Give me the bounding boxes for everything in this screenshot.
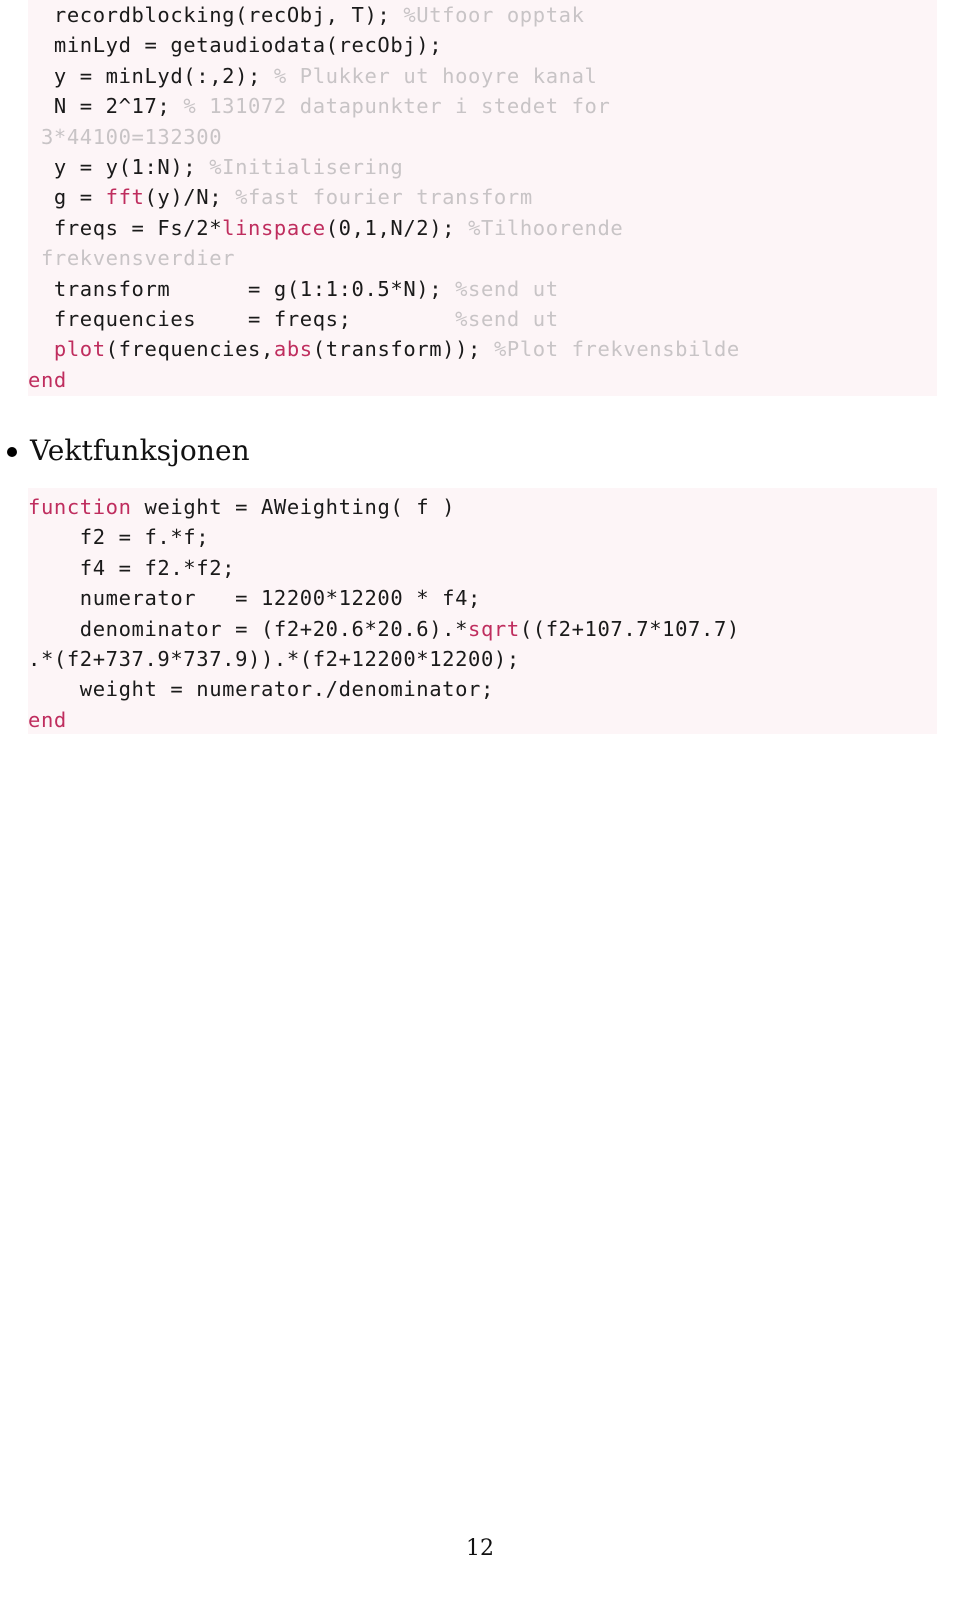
- code-token-cmt: 3*44100=132300: [28, 124, 223, 149]
- code-line: N = 2^17; % 131072 datapunkter i stedet …: [28, 91, 937, 121]
- code-token-plain: denominator = (f2+20.6*20.6).*: [28, 616, 469, 641]
- code-line: 3*44100=132300: [28, 122, 937, 152]
- code-token-cmt: %Utfoor opptak: [403, 3, 585, 27]
- code-block-aweighting: function weight = AWeighting( f ) f2 = f…: [28, 488, 937, 734]
- code-token-plain: transform = g(1:1:0.5*N);: [28, 276, 456, 301]
- code-token-plain: (frequencies,: [105, 337, 274, 362]
- code-token-kw: fft: [105, 185, 145, 210]
- code-line: denominator = (f2+20.6*20.6).*sqrt((f2+1…: [28, 614, 937, 644]
- code-token-plain: (transform));: [312, 337, 494, 362]
- code-line: function weight = AWeighting( f ): [28, 492, 937, 522]
- code-line: plot(frequencies,abs(transform)); %Plot …: [28, 334, 937, 364]
- code-token-kw: function: [28, 495, 132, 519]
- bullet-list-item: Vektfunksjonen: [0, 433, 940, 469]
- code-token-kw: end: [28, 367, 67, 392]
- code-token-cmt: %send ut: [455, 276, 559, 301]
- code-line: y = minLyd(:,2); % Plukker ut hooyre kan…: [28, 61, 937, 91]
- code-line: g = fft(y)/N; %fast fourier transform: [28, 182, 937, 212]
- code-token-cmt: %Initialisering: [209, 155, 404, 180]
- code-token-plain: y = y(1:N);: [28, 155, 210, 180]
- code-token-kw: sqrt: [468, 616, 520, 641]
- code-token-kw: abs: [273, 337, 313, 362]
- code-token-plain: y = minLyd(:,2);: [28, 63, 274, 88]
- bullet-point-icon: [7, 447, 17, 457]
- page-number: 12: [466, 1536, 494, 1561]
- code-token-kw: linspace: [222, 215, 326, 240]
- code-token-plain: minLyd = getaudiodata(recObj);: [28, 33, 443, 58]
- code-token-plain: weight = numerator./denominator;: [28, 677, 494, 702]
- code-token-plain: f2 = f.*f;: [28, 525, 210, 550]
- code-line: transform = g(1:1:0.5*N); %send ut: [28, 274, 937, 304]
- code-line: recordblocking(recObj, T); %Utfoor oppta…: [28, 0, 937, 30]
- code-token-cmt: % Plukker ut hooyre kanal: [273, 63, 598, 88]
- code-token-cmt: %fast fourier transform: [235, 185, 533, 210]
- code-line: freqs = Fs/2*linspace(0,1,N/2); %Tilhoor…: [28, 213, 937, 243]
- code-token-plain: (0,1,N/2);: [325, 215, 469, 240]
- code-line: numerator = 12200*12200 * f4;: [28, 583, 937, 613]
- code-token-plain: frequencies = freqs;: [28, 307, 456, 332]
- code-token-plain: freqs = Fs/2*: [28, 215, 223, 240]
- code-line: frekvensverdier: [28, 243, 937, 273]
- code-token-cmt: %send ut: [455, 307, 559, 332]
- code-token-cmt: %Tilhoorende: [468, 215, 624, 240]
- code-line: f4 = f2.*f2;: [28, 553, 937, 583]
- code-token-plain: (y)/N;: [144, 185, 236, 210]
- code-token-kw: plot: [53, 337, 106, 362]
- code-line: minLyd = getaudiodata(recObj);: [28, 30, 937, 60]
- code-line: y = y(1:N); %Initialisering: [28, 152, 937, 182]
- code-block-recording: recordblocking(recObj, T); %Utfoor oppta…: [28, 0, 937, 396]
- code-token-plain: .*(f2+737.9*737.9)).*(f2+12200*12200);: [28, 647, 520, 672]
- code-token-cmt: frekvensverdier: [28, 246, 236, 271]
- code-line: end: [28, 705, 937, 735]
- code-line: frequencies = freqs; %send ut: [28, 304, 937, 334]
- document-page: recordblocking(recObj, T); %Utfoor oppta…: [0, 0, 960, 1597]
- code-token-plain: N = 2^17;: [28, 94, 184, 119]
- code-line: end: [28, 365, 937, 395]
- code-token-plain: numerator = 12200*12200 * f4;: [28, 586, 481, 611]
- code-token-plain: ((f2+107.7*107.7): [519, 616, 740, 641]
- bullet-item-label: Vektfunksjonen: [30, 434, 250, 467]
- code-token-kw: end: [28, 707, 67, 732]
- code-token-plain: weight = AWeighting( f ): [131, 495, 456, 519]
- code-line: f2 = f.*f;: [28, 522, 937, 552]
- code-token-plain: f4 = f2.*f2;: [28, 555, 236, 580]
- code-line: .*(f2+737.9*737.9)).*(f2+12200*12200);: [28, 644, 937, 674]
- code-line: weight = numerator./denominator;: [28, 674, 937, 704]
- code-token-plain: recordblocking(recObj, T);: [28, 3, 404, 27]
- code-token-plain: g =: [28, 185, 106, 210]
- code-token-cmt: %Plot frekvensbilde: [493, 337, 740, 362]
- code-token-cmt: % 131072 datapunkter i stedet for: [183, 94, 611, 119]
